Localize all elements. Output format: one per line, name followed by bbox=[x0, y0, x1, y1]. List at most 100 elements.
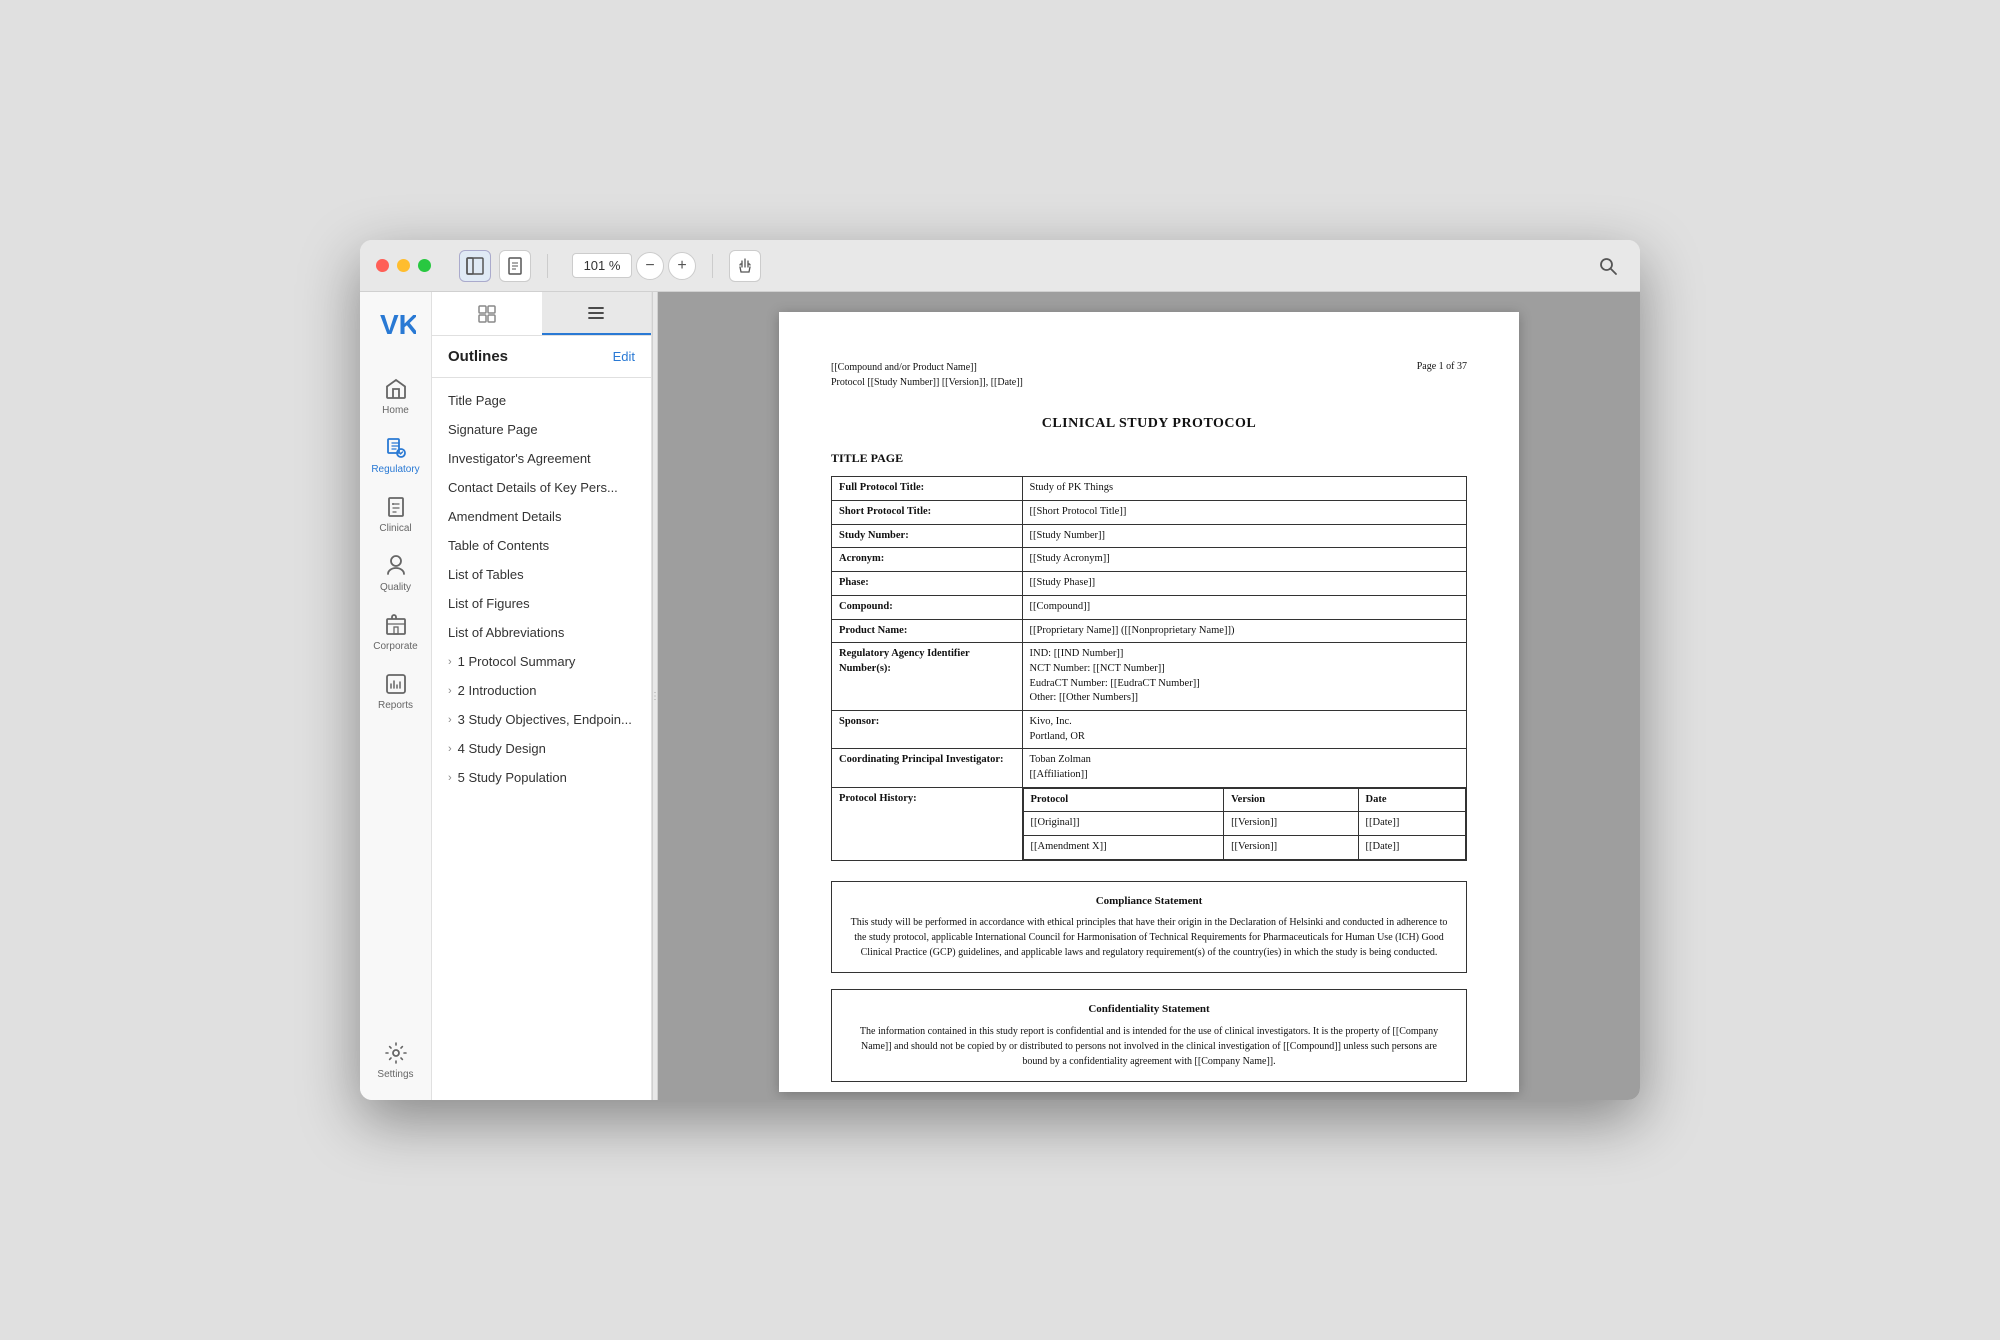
table-cell-value: Study of PK Things bbox=[1022, 477, 1467, 501]
table-cell-value: [[Study Acronym]] bbox=[1022, 548, 1467, 572]
outline-item-study-population[interactable]: › 5 Study Population bbox=[432, 763, 651, 792]
outline-panel: Outlines Edit Title Page Signature Page … bbox=[432, 292, 652, 1100]
traffic-lights bbox=[376, 259, 431, 272]
sidebar-item-home[interactable]: Home bbox=[366, 369, 426, 424]
table-row: Coordinating Principal Investigator: Tob… bbox=[832, 749, 1467, 787]
zoom-value[interactable]: 101 % bbox=[572, 253, 632, 278]
table-cell-label: Sponsor: bbox=[832, 710, 1023, 748]
panel-title: Outlines bbox=[448, 348, 508, 365]
zoom-control: 101 % − + bbox=[572, 252, 696, 280]
sidebar-item-reports[interactable]: Reports bbox=[366, 664, 426, 719]
search-icon bbox=[1598, 256, 1618, 276]
outline-item-investigators-agreement[interactable]: Investigator's Agreement bbox=[432, 444, 651, 473]
minimize-button[interactable] bbox=[397, 259, 410, 272]
outline-item-list-of-figures[interactable]: List of Figures bbox=[432, 589, 651, 618]
app-logo[interactable]: VK bbox=[376, 304, 416, 349]
quality-icon bbox=[384, 554, 408, 578]
outline-item-study-objectives[interactable]: › 3 Study Objectives, Endpoin... bbox=[432, 705, 651, 734]
settings-icon bbox=[384, 1041, 408, 1065]
toolbar: 101 % − + bbox=[459, 250, 1624, 282]
table-row: Compound: [[Compound]] bbox=[832, 595, 1467, 619]
mac-window: 101 % − + bbox=[360, 240, 1640, 1100]
ph-row2-col2: [[Version]] bbox=[1224, 836, 1358, 860]
outline-item-amendment-details[interactable]: Amendment Details bbox=[432, 502, 651, 531]
chevron-icon: › bbox=[448, 743, 452, 755]
hand-tool-icon bbox=[736, 257, 754, 275]
panel-toggle-button[interactable] bbox=[459, 250, 491, 282]
table-cell-label: Compound: bbox=[832, 595, 1023, 619]
table-cell-value: [[Compound]] bbox=[1022, 595, 1467, 619]
zoom-in-button[interactable]: + bbox=[668, 252, 696, 280]
table-row: Acronym: [[Study Acronym]] bbox=[832, 548, 1467, 572]
panel-edit-button[interactable]: Edit bbox=[613, 349, 635, 364]
toolbar-divider bbox=[547, 254, 548, 278]
close-button[interactable] bbox=[376, 259, 389, 272]
doc-main-title: CLINICAL STUDY PROTOCOL bbox=[831, 414, 1467, 434]
outline-item-title-page[interactable]: Title Page bbox=[432, 386, 651, 415]
hand-tool-button[interactable] bbox=[729, 250, 761, 282]
header-line1: [[Compound and/or Product Name]] bbox=[831, 360, 1023, 375]
ph-row2-col1: [[Amendment X]] bbox=[1023, 836, 1224, 860]
logo-icon: VK bbox=[376, 304, 416, 344]
chevron-icon: › bbox=[448, 656, 452, 668]
compliance-statement-text: This study will be performed in accordan… bbox=[848, 915, 1450, 960]
chevron-icon: › bbox=[448, 772, 452, 784]
sidebar-label-home: Home bbox=[382, 405, 409, 416]
title-bar: 101 % − + bbox=[360, 240, 1640, 292]
outline-item-list-of-abbreviations[interactable]: List of Abbreviations bbox=[432, 618, 651, 647]
table-cell-label: Short Protocol Title: bbox=[832, 501, 1023, 525]
table-cell-label: Coordinating Principal Investigator: bbox=[832, 749, 1023, 787]
ph-row2-col3: [[Date]] bbox=[1358, 836, 1465, 860]
table-cell-value: [[Proprietary Name]] ([[Nonproprietary N… bbox=[1022, 619, 1467, 643]
reports-icon bbox=[384, 672, 408, 696]
outline-item-introduction[interactable]: › 2 Introduction bbox=[432, 676, 651, 705]
table-row: Regulatory Agency Identifier Number(s): … bbox=[832, 643, 1467, 711]
search-button[interactable] bbox=[1592, 250, 1624, 282]
thumbnail-tab-icon bbox=[477, 304, 497, 324]
ph-row1-col3: [[Date]] bbox=[1358, 812, 1465, 836]
sidebar-label-clinical: Clinical bbox=[379, 523, 411, 534]
confidentiality-statement-text: The information contained in this study … bbox=[848, 1024, 1450, 1069]
sidebar-item-clinical[interactable]: Clinical bbox=[366, 487, 426, 542]
sidebar-item-quality[interactable]: Quality bbox=[366, 546, 426, 601]
clinical-icon bbox=[384, 495, 408, 519]
table-row: Study Number: [[Study Number]] bbox=[832, 524, 1467, 548]
maximize-button[interactable] bbox=[418, 259, 431, 272]
outline-item-table-of-contents[interactable]: Table of Contents bbox=[432, 531, 651, 560]
outline-item-protocol-summary[interactable]: › 1 Protocol Summary bbox=[432, 647, 651, 676]
outline-item-list-of-tables[interactable]: List of Tables bbox=[432, 560, 651, 589]
panel-toggle-icon bbox=[466, 257, 484, 275]
sidebar-item-regulatory[interactable]: Regulatory bbox=[366, 428, 426, 483]
toolbar-divider-2 bbox=[712, 254, 713, 278]
table-cell-label: Acronym: bbox=[832, 548, 1023, 572]
doc-section-title: TITLE PAGE bbox=[831, 450, 1467, 467]
confidentiality-statement-title: Confidentiality Statement bbox=[848, 1002, 1450, 1017]
table-row-protocol-history: Protocol History: Protocol Version Date … bbox=[832, 787, 1467, 860]
regulatory-icon bbox=[384, 436, 408, 460]
sidebar-item-corporate[interactable]: Corporate bbox=[366, 605, 426, 660]
outline-item-study-design[interactable]: › 4 Study Design bbox=[432, 734, 651, 763]
table-cell-value: [[Short Protocol Title]] bbox=[1022, 501, 1467, 525]
table-row: Short Protocol Title: [[Short Protocol T… bbox=[832, 501, 1467, 525]
outline-item-signature-page[interactable]: Signature Page bbox=[432, 415, 651, 444]
zoom-out-button[interactable]: − bbox=[636, 252, 664, 280]
sidebar-item-settings[interactable]: Settings bbox=[366, 1033, 426, 1088]
confidentiality-statement-box: Confidentiality Statement The informatio… bbox=[831, 989, 1467, 1081]
panel-tab-thumbnail[interactable] bbox=[432, 292, 542, 335]
doc-header-right: Page 1 of 37 bbox=[1417, 360, 1467, 390]
table-row: Phase: [[Study Phase]] bbox=[832, 572, 1467, 596]
doc-header: [[Compound and/or Product Name]] Protoco… bbox=[831, 360, 1467, 390]
table-cell-label: Protocol History: bbox=[832, 787, 1023, 860]
document-button[interactable] bbox=[499, 250, 531, 282]
home-icon bbox=[384, 377, 408, 401]
doc-page: [[Compound and/or Product Name]] Protoco… bbox=[779, 312, 1519, 1092]
doc-header-left: [[Compound and/or Product Name]] Protoco… bbox=[831, 360, 1023, 390]
outline-item-contact-details[interactable]: Contact Details of Key Pers... bbox=[432, 473, 651, 502]
panel-tab-list[interactable] bbox=[542, 292, 652, 335]
header-line2: Protocol [[Study Number]] [[Version]], [… bbox=[831, 375, 1023, 390]
doc-viewer[interactable]: [[Compound and/or Product Name]] Protoco… bbox=[658, 292, 1640, 1100]
table-cell-value: [[Study Phase]] bbox=[1022, 572, 1467, 596]
ph-row1-col1: [[Original]] bbox=[1023, 812, 1224, 836]
svg-text:VK: VK bbox=[380, 309, 416, 340]
outline-list[interactable]: Title Page Signature Page Investigator's… bbox=[432, 378, 651, 1100]
